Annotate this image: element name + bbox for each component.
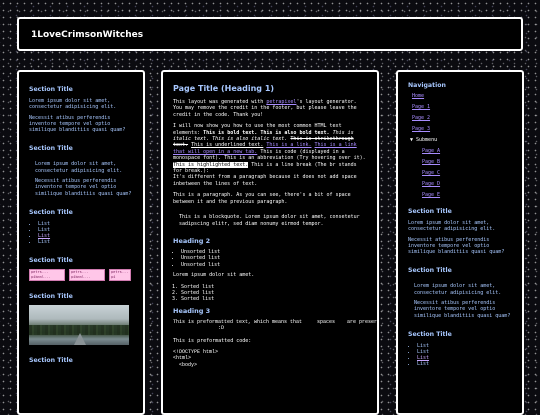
list-item: List (38, 239, 133, 245)
nav-link-page-2[interactable]: Page 2 (412, 115, 512, 121)
nav-link-page-1[interactable]: Page 1 (412, 104, 512, 110)
sorted-list: Sorted list Sorted list Sorted list (181, 284, 367, 303)
left-sidebar: Section Title Lorem ipsum dolor sit amet… (17, 70, 145, 415)
submenu: Page A Page B Page C Page D Page E (418, 148, 512, 198)
right-sidebar: Navigation Home Page 1 Page 2 Page 3 ▼ S… (396, 70, 524, 415)
section-text: Necessit atibus perferendis inventore te… (408, 236, 505, 256)
nav-link-page-d[interactable]: Page D (422, 181, 512, 187)
section-title: Section Title (29, 145, 73, 153)
road-shape (74, 332, 86, 345)
submenu-toggle[interactable]: ▼ Submenu (410, 137, 512, 143)
main-content: Page Title (Heading 1) This layout was g… (161, 70, 379, 415)
section-text: Lorem ipsum dolor sit amet, consectetur … (35, 161, 123, 174)
section-text: Necessit atibus perferendis inventore te… (414, 300, 511, 319)
preformatted-code-label: This is preformatted code: (173, 337, 252, 344)
link-badge[interactable]: petrs... p4 (109, 268, 131, 281)
lorem-text: Lorem ipsum dolor sit amet. (173, 272, 255, 279)
list-item: Unsorted list (181, 262, 367, 268)
preformatted-code: <!DOCTYPE html> <html> <body> (173, 348, 219, 368)
paragraph-text: This is a paragraph. As you can see, the… (173, 192, 351, 205)
nav-link-page-c[interactable]: Page C (422, 170, 512, 176)
bold-text: This is also bold text. (260, 129, 330, 136)
section-text: Necessit atibus perferendis inventore te… (35, 178, 132, 197)
section-title: Section Title (29, 356, 73, 364)
blockquote: This is a blockquote. Lorem ipsum dolor … (179, 214, 360, 227)
elements-paragraph: I will now show you how to use the most … (173, 123, 367, 187)
abbr-text[interactable]: This is an abbreviation (Try hovering ov… (224, 155, 365, 161)
list-item: Sorted list (181, 296, 367, 302)
section-title: Section Title (29, 256, 73, 264)
site-title[interactable]: 1LoveCrimsonWitches (31, 30, 143, 40)
section-text: Lorem ipsum dolor sit amet, consectetur … (414, 283, 502, 296)
highlighted-text: This is highlighted text. (173, 161, 249, 168)
landscape-image (29, 304, 129, 345)
section-title: Section Title (408, 330, 452, 338)
sidebar-list: List List List List (38, 221, 133, 245)
section-title: Section Title (408, 208, 452, 215)
button-badges: petrs... p4kmnl... petrs... p4kmnl... pe… (29, 268, 133, 281)
page-title: Page Title (Heading 1) (173, 84, 275, 93)
section-text: Lorem ipsum dolor sit amet, consectetur … (29, 98, 117, 111)
heading-3: Heading 3 (173, 306, 211, 315)
nav-link-page-e[interactable]: Page E (422, 192, 512, 198)
credit-link[interactable]: petrapixel (266, 99, 296, 105)
section-title: Section Title (29, 208, 73, 216)
nav-link-home[interactable]: Home (412, 93, 512, 99)
list-item: List (417, 361, 512, 367)
heading-2: Heading 2 (173, 236, 211, 245)
intro-paragraph: This layout was generated with petrapixe… (173, 99, 367, 118)
section-title: Section Title (29, 86, 73, 93)
bold-text: This is bold text. (203, 129, 258, 136)
sidebar-list: List List List List (417, 343, 512, 367)
navigation-title: Navigation (408, 82, 446, 89)
preformatted-text: This is preformatted text, which means t… (173, 318, 378, 332)
nav-link-page-3[interactable]: Page 3 (412, 126, 512, 132)
link-badge[interactable]: petrs... p4kmnl... (29, 268, 65, 281)
section-text: Lorem ipsum dolor sit amet, consectetur … (408, 220, 496, 233)
italic-text: This is also italic text. (212, 136, 288, 143)
underlined-text: This is underlined text. (191, 142, 264, 149)
link-badge[interactable]: petrs... p4kmnl... (69, 268, 105, 281)
section-title: Section Title (408, 267, 452, 275)
section-title: Section Title (29, 292, 73, 300)
intro-text: This layout was generated with (173, 99, 264, 105)
nav-link-page-b[interactable]: Page B (422, 159, 512, 165)
paragraph-diff-text: It's different from a paragraph because … (173, 174, 357, 187)
site-header: 1LoveCrimsonWitches (17, 17, 523, 51)
section-text: Necessit atibus perferendis inventore te… (29, 114, 126, 134)
example-link[interactable]: This is a link. (266, 142, 311, 148)
nav-link-page-a[interactable]: Page A (422, 148, 512, 154)
unsorted-list: Unsorted list Unsorted list Unsorted lis… (181, 249, 367, 268)
